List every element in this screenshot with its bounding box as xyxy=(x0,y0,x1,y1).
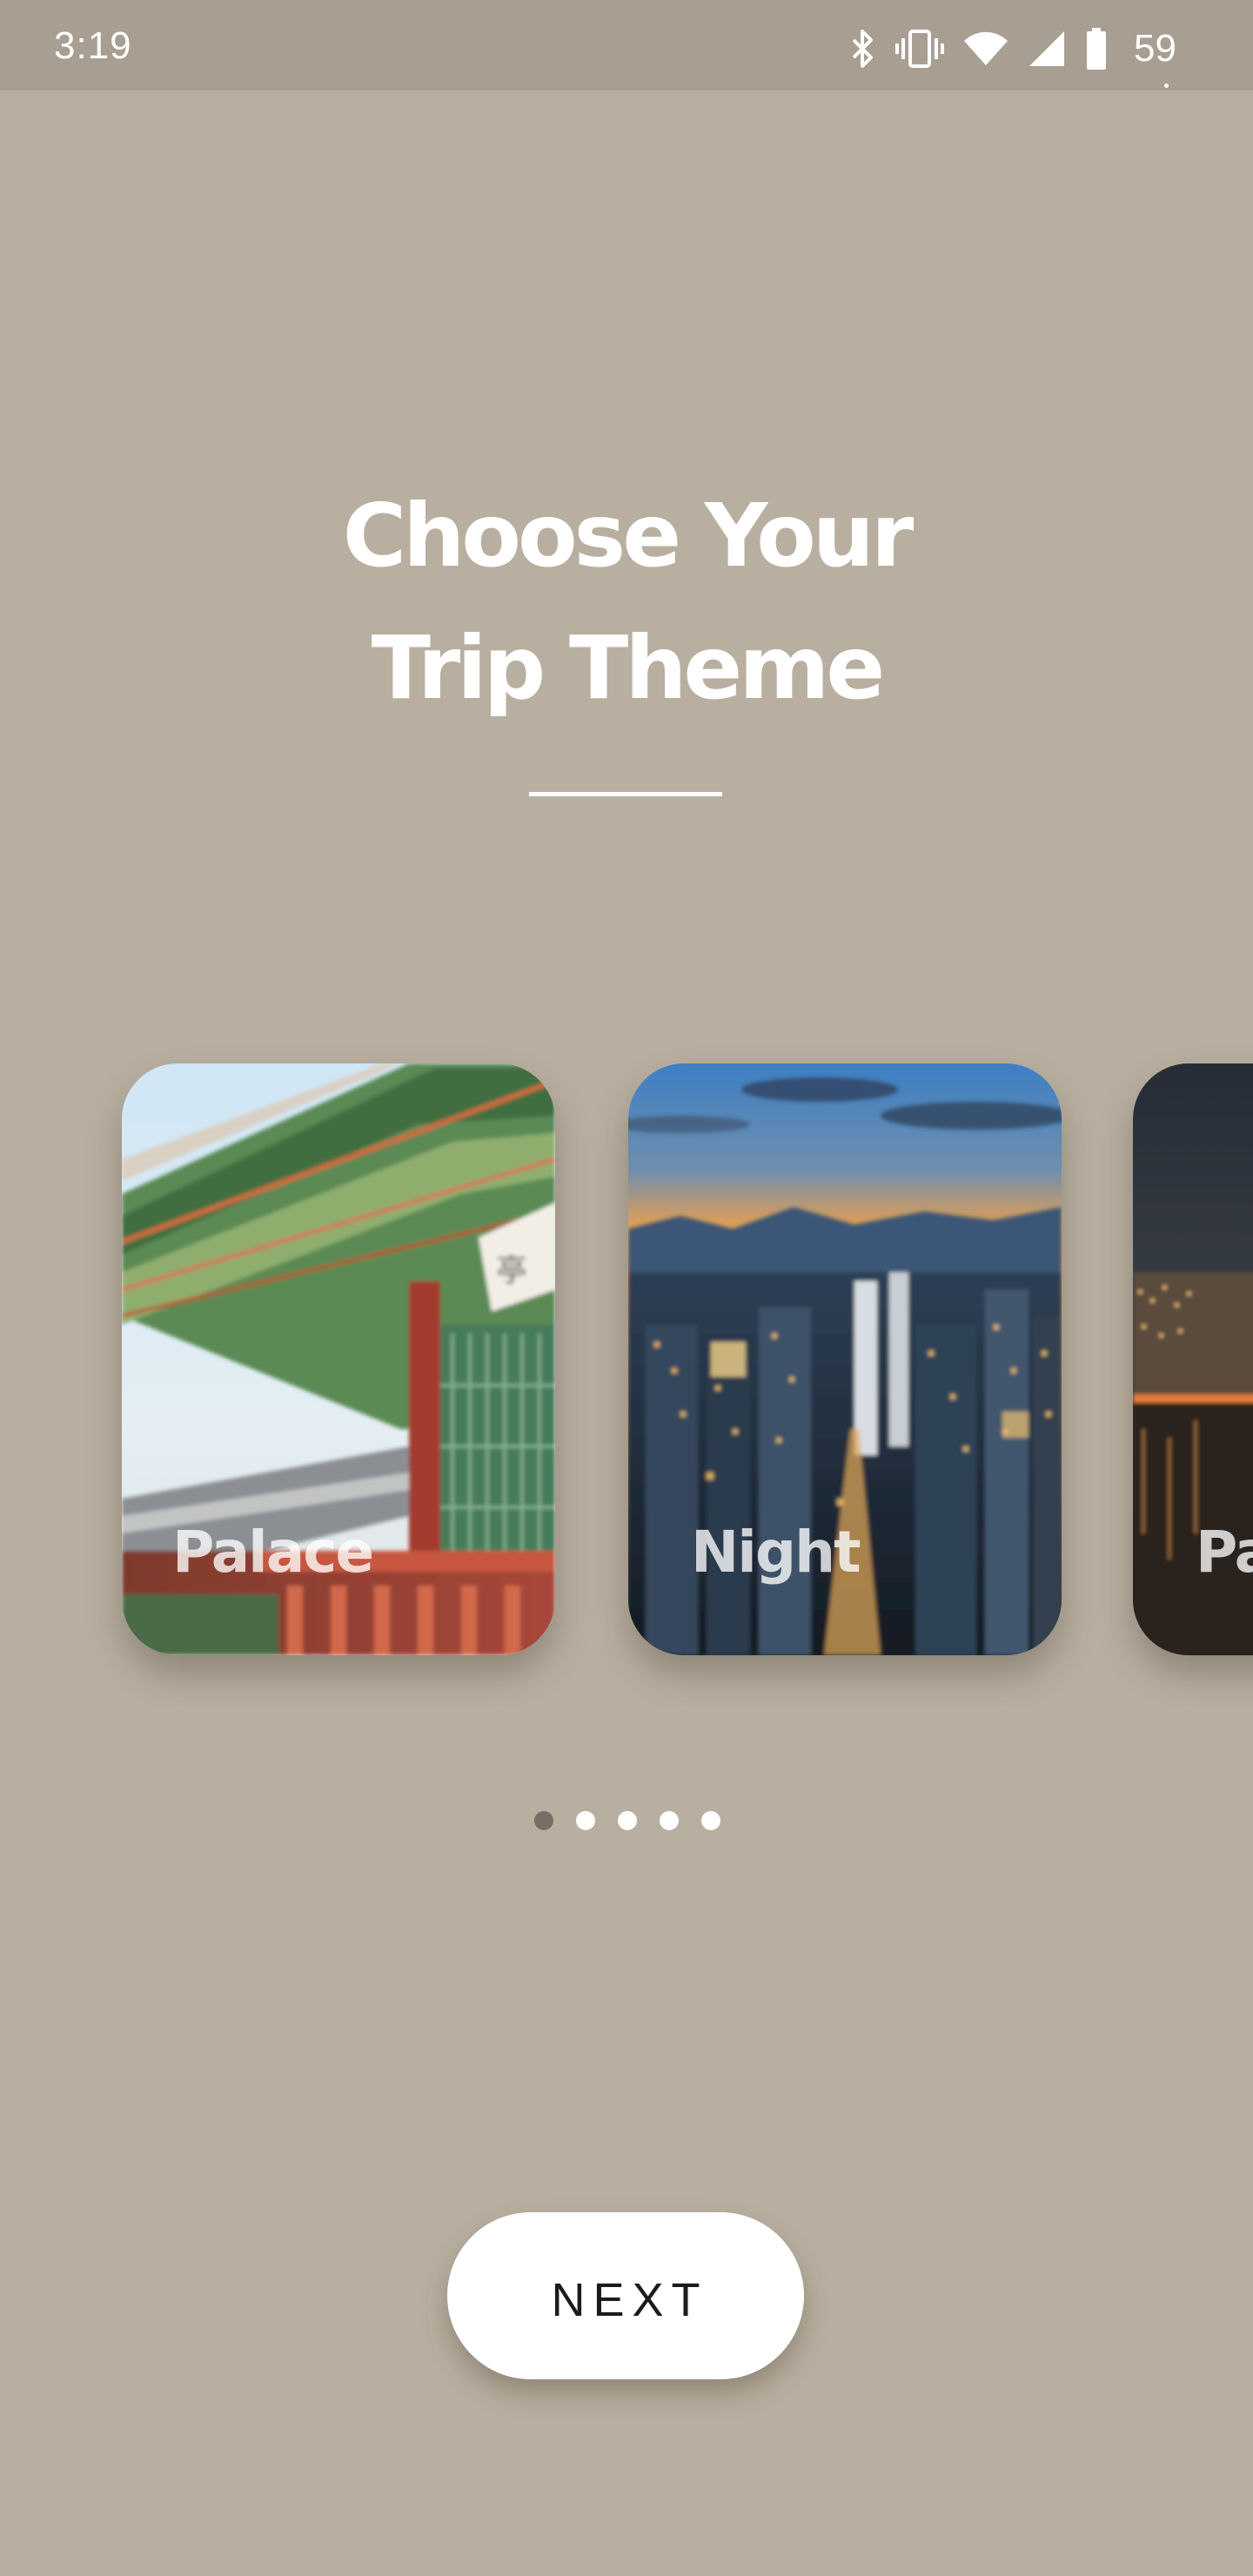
page-dot xyxy=(576,1811,595,1830)
cell-signal-icon xyxy=(1029,31,1065,66)
theme-card-partial[interactable]: Pa xyxy=(1133,1063,1253,1655)
next-button[interactable]: NEXT xyxy=(447,2212,804,2379)
page-title-line-1: Choose Your xyxy=(342,485,915,587)
vibrate-icon xyxy=(895,30,945,68)
theme-card-palace[interactable]: 亭 Palace xyxy=(122,1063,555,1655)
page-title: Choose Your Trip Theme xyxy=(0,470,1253,735)
theme-card-label: Palace xyxy=(172,1519,374,1586)
page-dot-active xyxy=(534,1811,553,1830)
wifi-icon xyxy=(964,31,1008,65)
bluetooth-icon xyxy=(852,30,874,68)
page-title-line-2: Trip Theme xyxy=(371,617,885,719)
page-dot xyxy=(701,1811,720,1830)
battery-percent: 59 xyxy=(1134,27,1176,70)
theme-card-label: Night xyxy=(691,1519,861,1586)
page-dot xyxy=(618,1811,637,1830)
theme-card-night[interactable]: Night xyxy=(628,1063,1062,1655)
title-divider xyxy=(529,792,722,796)
theme-carousel[interactable]: 亭 Palace Night P xyxy=(0,1044,1253,1706)
status-bar: 3:19 59 xyxy=(0,0,1253,91)
svg-text:亭: 亭 xyxy=(496,1253,527,1289)
page-indicator xyxy=(534,1811,720,1830)
status-icons: 59 xyxy=(850,23,1176,75)
battery-percent-sign-fragment xyxy=(1161,84,1182,91)
theme-card-label: Pa xyxy=(1196,1519,1253,1586)
status-time: 3:19 xyxy=(54,24,132,67)
battery-icon xyxy=(1087,28,1107,70)
page-dot xyxy=(660,1811,679,1830)
